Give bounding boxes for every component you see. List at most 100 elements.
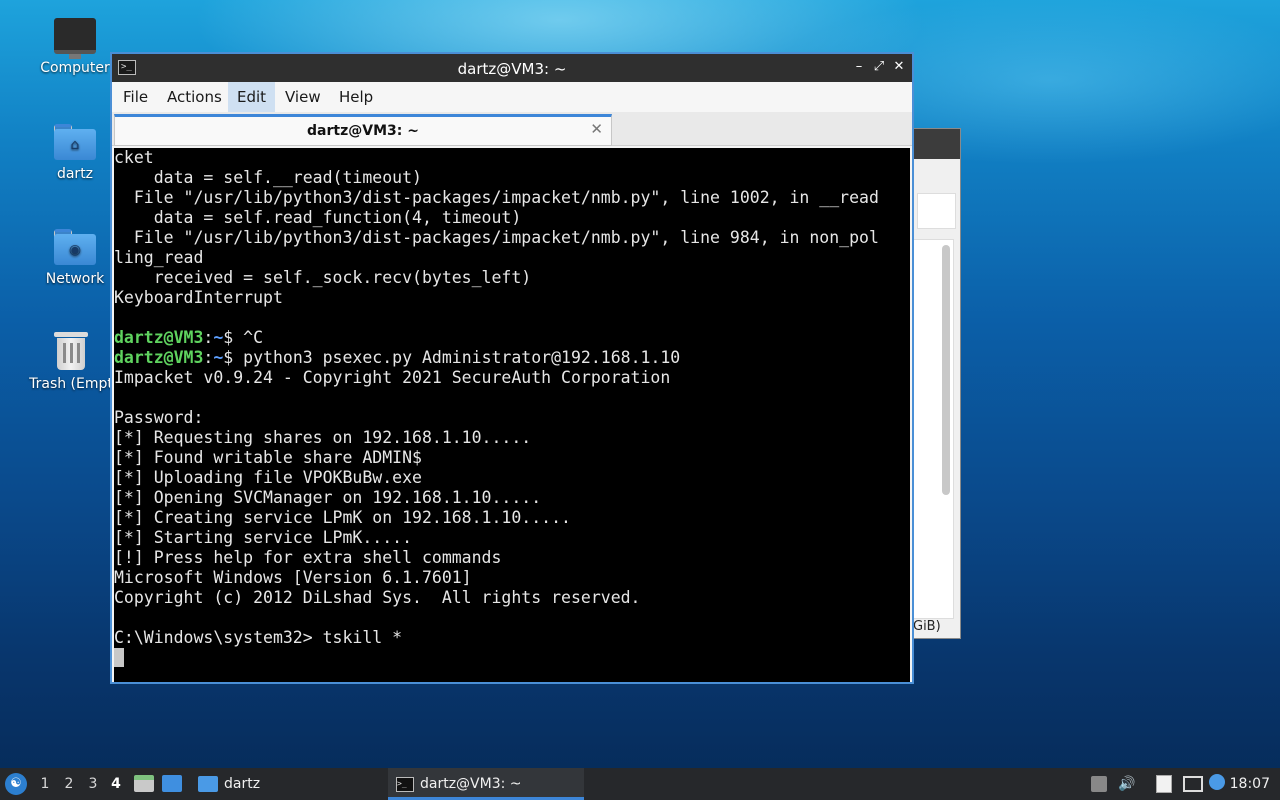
home-folder-icon: ⌂ — [54, 124, 96, 160]
terminal-line: ling_read — [114, 248, 910, 268]
terminal-line-text: [*] Starting service LPmK..... — [114, 528, 413, 547]
network-folder-icon: ◉ — [54, 229, 96, 265]
terminal-line-text: data = self.__read(timeout) — [114, 168, 422, 187]
prompt-suffix: $ — [223, 328, 234, 347]
background-window-field — [917, 193, 956, 229]
eject-icon[interactable] — [1091, 776, 1107, 792]
notification-icon[interactable] — [1209, 774, 1225, 790]
minimize-button[interactable]: – — [850, 58, 868, 76]
workspace-4[interactable]: 4 — [108, 776, 124, 792]
file-manager-launcher-icon[interactable] — [134, 775, 154, 792]
background-window-scrollbar[interactable] — [942, 245, 950, 495]
terminal-line-text: [*] Opening SVCManager on 192.168.1.10..… — [114, 488, 542, 507]
terminal-line-text: File "/usr/lib/python3/dist-packages/imp… — [114, 188, 879, 207]
prompt-path: ~ — [213, 328, 224, 347]
terminal-output[interactable]: cket data = self.__read(timeout) File "/… — [114, 148, 910, 682]
workspace-3[interactable]: 3 — [85, 776, 101, 792]
tab-close-icon[interactable]: ✕ — [590, 120, 603, 138]
terminal-line: [*] Creating service LPmK on 192.168.1.1… — [114, 508, 910, 528]
terminal-line-text: ling_read — [114, 248, 204, 267]
background-window-titlebar[interactable] — [913, 129, 960, 159]
terminal-line-text: received = self._sock.recv(bytes_left) — [114, 268, 532, 287]
tab-label: dartz@VM3: ~ — [307, 123, 419, 139]
terminal-line: C:\Windows\system32> tskill * — [114, 628, 910, 648]
prompt-separator: : — [203, 348, 214, 367]
terminal-line: [*] Found writable share ADMIN$ — [114, 448, 910, 468]
desktop-icon-computer[interactable]: Computer — [27, 18, 123, 76]
terminal-line: received = self._sock.recv(bytes_left) — [114, 268, 910, 288]
terminal-line-text: [*] Requesting shares on 192.168.1.10...… — [114, 428, 532, 447]
terminal-line-text: [*] Found writable share ADMIN$ — [114, 448, 422, 467]
terminal-line: [*] Requesting shares on 192.168.1.10...… — [114, 428, 910, 448]
task-label: dartz@VM3: ~ — [420, 776, 522, 792]
menu-bar: File Actions Edit View Help — [112, 82, 912, 112]
clock: 18:07 — [1229, 776, 1270, 792]
desktop-icon-label: dartz — [56, 166, 94, 182]
menu-file[interactable]: File — [114, 82, 157, 112]
desktop-icon-network[interactable]: ◉ Network — [27, 229, 123, 287]
desktop-icon-trash[interactable]: Trash (Empt — [23, 330, 119, 392]
prompt-suffix: $ — [223, 348, 234, 367]
tab-terminal[interactable]: dartz@VM3: ~ ✕ — [114, 114, 612, 146]
background-window[interactable]: GiB) — [912, 128, 961, 639]
workspace-2[interactable]: 2 — [61, 776, 77, 792]
terminal-line: data = self.read_function(4, timeout) — [114, 208, 910, 228]
close-button[interactable]: ✕ — [890, 58, 908, 76]
tab-bar: dartz@VM3: ~ ✕ — [112, 112, 912, 146]
menu-edit[interactable]: Edit — [228, 82, 276, 112]
volume-icon[interactable]: 🔊 — [1118, 775, 1136, 793]
terminal-line: Copyright (c) 2012 DiLshad Sys. All righ… — [114, 588, 910, 608]
clipboard-icon[interactable] — [1156, 775, 1172, 793]
terminal-line: Impacket v0.9.24 - Copyright 2021 Secure… — [114, 368, 910, 388]
terminal-line-text: ^C — [233, 328, 264, 347]
desktop-launcher-icon[interactable] — [162, 775, 182, 792]
terminal-line: Password: — [114, 408, 910, 428]
terminal-line-text: Impacket v0.9.24 - Copyright 2021 Secure… — [114, 368, 671, 387]
start-menu-button[interactable]: ☯ — [5, 773, 27, 795]
terminal-line: [*] Starting service LPmK..... — [114, 528, 910, 548]
text-cursor — [114, 648, 124, 667]
terminal-window[interactable]: >_ dartz@VM3: ~ – ⤢ ✕ File Actions Edit … — [110, 52, 914, 684]
terminal-line: dartz@VM3:~$ ^C — [114, 328, 910, 348]
network-icon[interactable] — [1183, 776, 1203, 792]
terminal-line: File "/usr/lib/python3/dist-packages/imp… — [114, 188, 910, 208]
terminal-line-text: C:\Windows\system32> tskill * — [114, 628, 403, 647]
terminal-titlebar[interactable]: >_ dartz@VM3: ~ – ⤢ ✕ — [112, 54, 912, 82]
terminal-line: cket — [114, 148, 910, 168]
terminal-line: Microsoft Windows [Version 6.1.7601] — [114, 568, 910, 588]
terminal-line: [!] Press help for extra shell commands — [114, 548, 910, 568]
desktop-icon-label: Network — [45, 271, 105, 287]
terminal-line-text: python3 psexec.py Administrator@192.168.… — [233, 348, 681, 367]
desktop-icon-home[interactable]: ⌂ dartz — [27, 124, 123, 182]
terminal-line-text: File "/usr/lib/python3/dist-packages/imp… — [114, 228, 879, 247]
terminal-line-text: KeyboardInterrupt — [114, 288, 283, 307]
terminal-line: KeyboardInterrupt — [114, 288, 910, 308]
window-title: dartz@VM3: ~ — [457, 60, 567, 78]
taskbar-task-folder[interactable]: dartz — [194, 768, 264, 800]
terminal-line: [*] Opening SVCManager on 192.168.1.10..… — [114, 488, 910, 508]
terminal-line-text: [!] Press help for extra shell commands — [114, 548, 502, 567]
menu-view[interactable]: View — [276, 82, 330, 112]
workspace-1[interactable]: 1 — [37, 776, 53, 792]
menu-help[interactable]: Help — [330, 82, 382, 112]
background-window-size-text: GiB) — [913, 619, 941, 634]
terminal-line: [*] Uploading file VPOKBuBw.exe — [114, 468, 910, 488]
desktop-icon-label: Computer — [40, 60, 110, 76]
terminal-line-text: Password: — [114, 408, 204, 427]
menu-actions[interactable]: Actions — [158, 82, 231, 112]
terminal-line: dartz@VM3:~$ python3 psexec.py Administr… — [114, 348, 910, 368]
terminal-line — [114, 648, 910, 668]
terminal-icon: >_ — [396, 776, 414, 792]
terminal-line-text: Copyright (c) 2012 DiLshad Sys. All righ… — [114, 588, 641, 607]
desktop-icon-label: Trash (Empt — [29, 376, 113, 392]
terminal-line: File "/usr/lib/python3/dist-packages/imp… — [114, 228, 910, 248]
terminal-line-text: [*] Uploading file VPOKBuBw.exe — [114, 468, 422, 487]
prompt-separator: : — [203, 328, 214, 347]
terminal-line-text: Microsoft Windows [Version 6.1.7601] — [114, 568, 472, 587]
taskbar: ☯ 1 2 3 4 dartz >_ dartz@VM3: ~ 🔊 18:07 — [0, 768, 1280, 800]
taskbar-task-terminal[interactable]: >_ dartz@VM3: ~ — [388, 768, 584, 800]
prompt-user-host: dartz@VM3 — [114, 348, 204, 367]
maximize-button[interactable]: ⤢ — [870, 58, 888, 76]
